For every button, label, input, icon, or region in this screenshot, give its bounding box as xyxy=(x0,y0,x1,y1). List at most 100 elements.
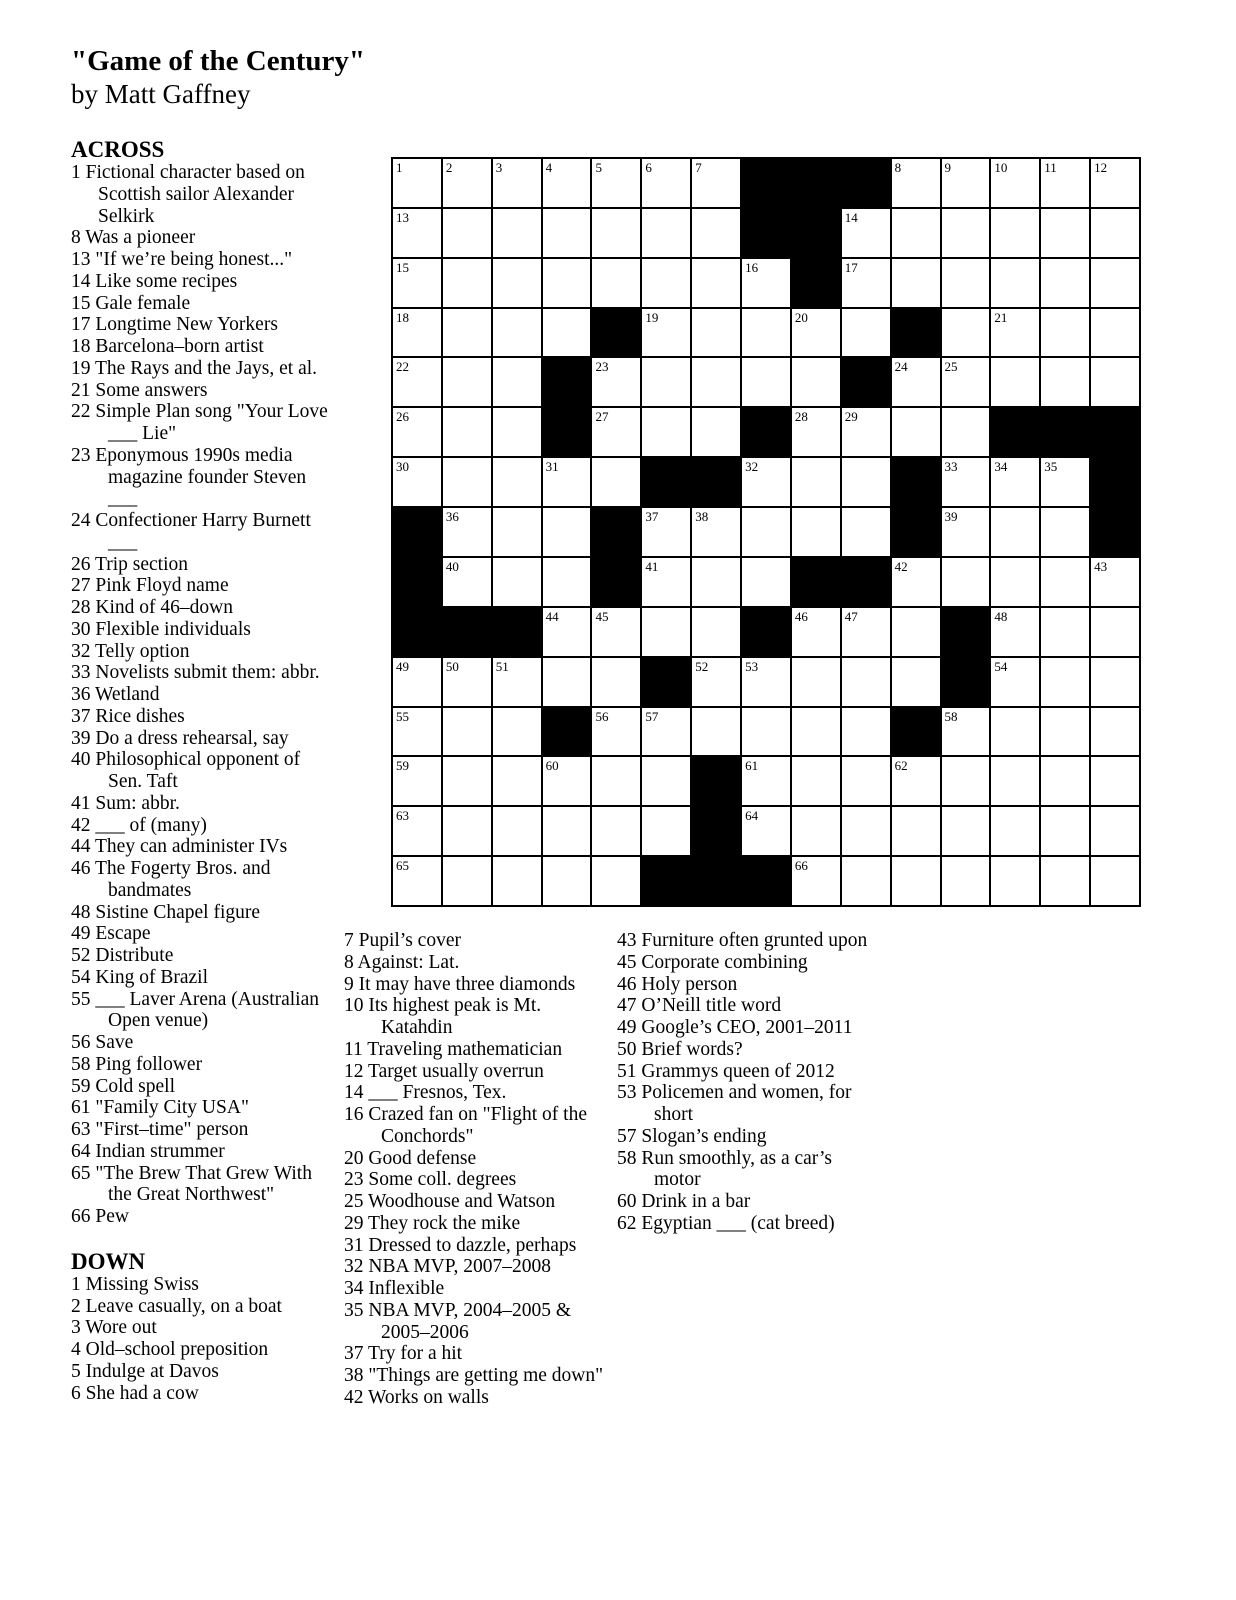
grid-cell[interactable]: 19 xyxy=(642,308,691,357)
across-clue-44[interactable]: 44 They can administer IVs xyxy=(71,836,333,858)
down-clue-23[interactable]: 23 Some coll. degrees xyxy=(344,1169,606,1191)
across-clue-54[interactable]: 54 King of Brazil xyxy=(71,967,333,989)
down-clue-2[interactable]: 2 Leave casually, on a boat xyxy=(71,1296,333,1318)
grid-cell[interactable] xyxy=(1091,208,1139,257)
grid-cell[interactable]: 20 xyxy=(791,308,840,357)
grid-cell[interactable]: 16 xyxy=(742,258,790,307)
grid-cell[interactable] xyxy=(542,657,591,706)
grid-cell[interactable]: 41 xyxy=(642,557,691,606)
grid-cell[interactable]: 45 xyxy=(592,607,641,656)
grid-cell[interactable]: 39 xyxy=(941,508,990,556)
grid-cell[interactable] xyxy=(991,707,1040,756)
grid-cell[interactable] xyxy=(1041,358,1090,407)
grid-cell[interactable]: 31 xyxy=(542,458,591,507)
grid-cell[interactable]: 6 xyxy=(642,159,691,207)
grid-cell[interactable]: 34 xyxy=(991,458,1040,507)
grid-cell[interactable] xyxy=(841,308,890,357)
down-clue-53[interactable]: 53 Policemen and women, for short xyxy=(617,1082,879,1126)
down-clue-4[interactable]: 4 Old–school preposition xyxy=(71,1339,333,1361)
across-clue-64[interactable]: 64 Indian strummer xyxy=(71,1141,333,1163)
grid-cell[interactable]: 10 xyxy=(991,159,1040,207)
grid-cell[interactable]: 48 xyxy=(991,607,1040,656)
grid-cell[interactable]: 21 xyxy=(991,308,1040,357)
grid-cell[interactable]: 64 xyxy=(742,807,790,856)
grid-cell[interactable] xyxy=(841,857,890,905)
grid-cell[interactable]: 62 xyxy=(891,757,940,806)
grid-cell[interactable] xyxy=(841,757,890,806)
grid-cell[interactable]: 65 xyxy=(393,857,441,905)
across-clue-48[interactable]: 48 Sistine Chapel figure xyxy=(71,902,333,924)
grid-cell[interactable]: 46 xyxy=(791,607,840,656)
across-clue-55[interactable]: 55 ___ Laver Arena (Australian Open venu… xyxy=(71,989,333,1033)
grid-cell[interactable] xyxy=(841,458,890,507)
across-clue-56[interactable]: 56 Save xyxy=(71,1032,333,1054)
grid-cell[interactable] xyxy=(941,757,990,806)
grid-cell[interactable] xyxy=(991,258,1040,307)
grid-cell[interactable] xyxy=(742,358,790,407)
grid-cell[interactable] xyxy=(991,857,1040,905)
across-clue-49[interactable]: 49 Escape xyxy=(71,923,333,945)
across-clue-66[interactable]: 66 Pew xyxy=(71,1206,333,1228)
across-clue-26[interactable]: 26 Trip section xyxy=(71,554,333,576)
grid-cell[interactable] xyxy=(592,258,641,307)
grid-cell[interactable] xyxy=(991,757,1040,806)
down-clue-14[interactable]: 14 ___ Fresnos, Tex. xyxy=(344,1082,606,1104)
across-clue-42[interactable]: 42 ___ of (many) xyxy=(71,815,333,837)
grid-cell[interactable] xyxy=(891,807,940,856)
grid-cell[interactable]: 66 xyxy=(791,857,840,905)
grid-cell[interactable]: 29 xyxy=(841,408,890,457)
down-clue-49[interactable]: 49 Google’s CEO, 2001–2011 xyxy=(617,1017,879,1039)
grid-cell[interactable] xyxy=(841,657,890,706)
grid-cell[interactable] xyxy=(791,657,840,706)
grid-cell[interactable] xyxy=(592,458,641,507)
grid-cell[interactable] xyxy=(941,408,990,457)
down-clue-46[interactable]: 46 Holy person xyxy=(617,974,879,996)
grid-cell[interactable] xyxy=(891,607,940,656)
grid-cell[interactable] xyxy=(492,408,541,457)
grid-cell[interactable] xyxy=(542,807,591,856)
grid-cell[interactable] xyxy=(891,408,940,457)
grid-cell[interactable] xyxy=(442,707,491,756)
across-clue-37[interactable]: 37 Rice dishes xyxy=(71,706,333,728)
grid-cell[interactable] xyxy=(492,557,541,606)
across-clue-40[interactable]: 40 Philosophical opponent of Sen. Taft xyxy=(71,749,333,793)
down-clue-16[interactable]: 16 Crazed fan on "Flight of the Conchord… xyxy=(344,1104,606,1148)
across-clue-65[interactable]: 65 "The Brew That Grew With the Great No… xyxy=(71,1163,333,1207)
grid-cell[interactable] xyxy=(941,208,990,257)
down-clue-25[interactable]: 25 Woodhouse and Watson xyxy=(344,1191,606,1213)
across-clue-21[interactable]: 21 Some answers xyxy=(71,380,333,402)
grid-cell[interactable]: 25 xyxy=(941,358,990,407)
grid-cell[interactable] xyxy=(442,358,491,407)
grid-cell[interactable] xyxy=(692,707,741,756)
grid-cell[interactable] xyxy=(442,857,491,905)
across-clue-13[interactable]: 13 "If we’re being honest..." xyxy=(71,249,333,271)
grid-cell[interactable]: 56 xyxy=(592,707,641,756)
grid-cell[interactable] xyxy=(492,458,541,507)
down-clue-42[interactable]: 42 Works on walls xyxy=(344,1387,606,1409)
grid-cell[interactable]: 32 xyxy=(742,458,790,507)
down-clue-38[interactable]: 38 "Things are getting me down" xyxy=(344,1365,606,1387)
across-clue-63[interactable]: 63 "First–time" person xyxy=(71,1119,333,1141)
grid-cell[interactable] xyxy=(742,508,790,556)
grid-cell[interactable]: 27 xyxy=(592,408,641,457)
grid-cell[interactable]: 57 xyxy=(642,707,691,756)
grid-cell[interactable] xyxy=(542,308,591,357)
grid-cell[interactable] xyxy=(1091,308,1139,357)
grid-cell[interactable]: 42 xyxy=(891,557,940,606)
across-clue-15[interactable]: 15 Gale female xyxy=(71,293,333,315)
across-clue-30[interactable]: 30 Flexible individuals xyxy=(71,619,333,641)
down-clue-51[interactable]: 51 Grammys queen of 2012 xyxy=(617,1061,879,1083)
grid-cell[interactable]: 1 xyxy=(393,159,441,207)
down-clue-31[interactable]: 31 Dressed to dazzle, perhaps xyxy=(344,1235,606,1257)
across-clue-17[interactable]: 17 Longtime New Yorkers xyxy=(71,314,333,336)
grid-cell[interactable]: 28 xyxy=(791,408,840,457)
grid-cell[interactable] xyxy=(1041,308,1090,357)
grid-cell[interactable] xyxy=(692,208,741,257)
grid-cell[interactable]: 63 xyxy=(393,807,441,856)
grid-cell[interactable] xyxy=(542,208,591,257)
grid-cell[interactable]: 40 xyxy=(442,557,491,606)
grid-cell[interactable]: 60 xyxy=(542,757,591,806)
grid-cell[interactable]: 35 xyxy=(1041,458,1090,507)
grid-cell[interactable] xyxy=(492,208,541,257)
down-clue-8[interactable]: 8 Against: Lat. xyxy=(344,952,606,974)
